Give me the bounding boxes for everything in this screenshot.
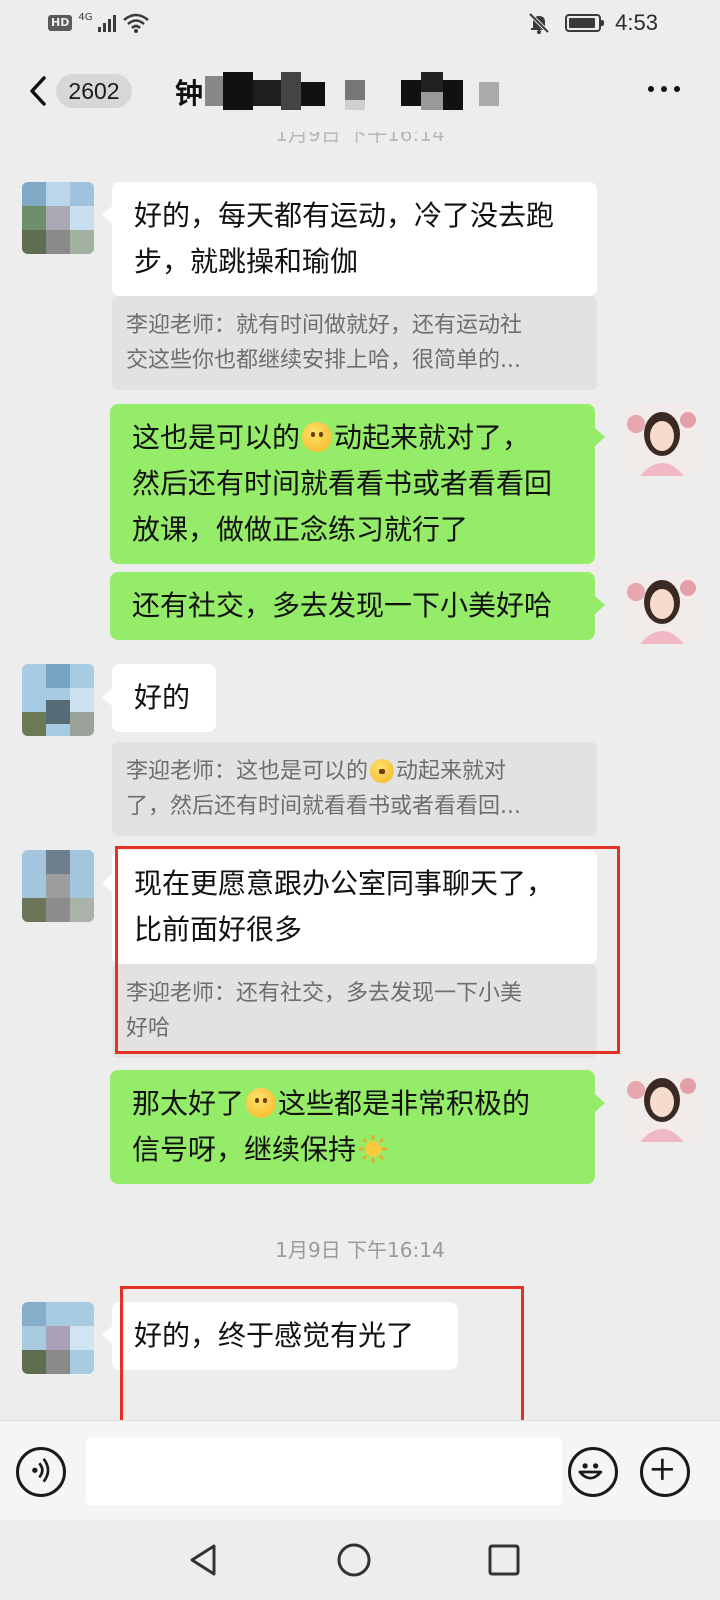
chevron-left-icon[interactable] [24, 74, 54, 108]
message-line: 还有社交，多去发现一下小美好哈 [132, 589, 553, 622]
quoted-reply[interactable]: 李迎老师：这也是可以的 动起来就对 了，然后还有时间就看看书或者看看回... [112, 742, 597, 836]
contact-avatar[interactable] [22, 182, 94, 254]
chat-header: 2602 钟 [0, 50, 720, 132]
timestamp-partial: 1月9日 下午16:14 [275, 132, 445, 146]
quote-line: 李迎老师：还有社交，多去发现一下小美 [126, 981, 523, 1006]
plus-icon[interactable] [640, 1447, 690, 1497]
thinking-face-emoji-icon [370, 759, 395, 783]
self-avatar[interactable] [626, 1070, 698, 1142]
status-bar: HD 4G 4:53 [0, 0, 720, 50]
quote-line: 李迎老师：就有时间做就好，还有运动社 [126, 313, 523, 338]
timestamp: 1月9日 下午16:14 [275, 1238, 445, 1262]
laughing-face-emoji-icon [246, 1088, 277, 1118]
message-bubble[interactable]: 那太好了 这些都是非常积极的 信号呀，继续保持 [110, 1070, 605, 1184]
message-line: 放课，做做正念练习就行了 [132, 513, 469, 546]
message-line: 这也是可以的 动起来就对了， [132, 421, 531, 454]
wifi-icon [123, 13, 150, 33]
back-triangle-icon[interactable] [186, 1542, 222, 1578]
hd-icon: HD [48, 15, 73, 31]
sun-emoji-icon [359, 1135, 388, 1163]
system-navigation-bar [0, 1520, 720, 1600]
self-avatar[interactable] [626, 404, 698, 476]
mute-bell-icon [528, 12, 550, 34]
message-bubble[interactable]: 这也是可以的 动起来就对了， 然后还有时间就看看书或者看看回 放课，做做正念练习就… [110, 404, 605, 564]
status-right: 4:53 [527, 10, 658, 36]
clock: 4:53 [615, 10, 658, 35]
contact-avatar[interactable] [22, 1302, 94, 1374]
message-bubble[interactable]: 还有社交，多去发现一下小美好哈 [110, 572, 605, 640]
message-line: 好的 [134, 681, 191, 714]
message-line: 好的，每天都有运动，冷了没去跑 [134, 199, 555, 232]
chat-title: 钟 [175, 77, 204, 110]
redacted-name [205, 72, 499, 110]
message-line: 好的，终于感觉有光了 [134, 1319, 415, 1352]
message-list[interactable]: 1月9日 下午16:14 好的，每天都有运动，冷了没去跑 步，就跳操和瑜伽 李迎… [0, 132, 720, 1420]
message-bubble[interactable]: 好的 [102, 664, 216, 732]
message-line: 信号呀，继续保持 [132, 1127, 573, 1173]
voice-icon[interactable] [16, 1447, 66, 1497]
quote-line: 李迎老师：这也是可以的 动起来就对 [126, 759, 507, 784]
ellipsis-icon[interactable] [648, 86, 680, 92]
battery-icon [565, 14, 605, 32]
quote-line: 好哈 [126, 1016, 171, 1041]
unread-count-badge[interactable]: 2602 [56, 74, 132, 108]
message-bubble[interactable]: 现在更愿意跟办公室同事聊天了， 比前面好很多 [102, 850, 597, 964]
quoted-reply[interactable]: 李迎老师：就有时间做就好，还有运动社 交这些你也都继续安排上哈，很简单的... [112, 296, 597, 390]
signal-icon [98, 14, 117, 32]
status-left: HD 4G [48, 12, 150, 34]
network-type: 4G [78, 11, 93, 23]
quote-line: 交这些你也都继续安排上哈，很简单的... [126, 348, 521, 373]
quoted-reply[interactable]: 李迎老师：还有社交，多去发现一下小美 好哈 [112, 964, 597, 1058]
recents-square-icon[interactable] [486, 1542, 522, 1578]
message-line: 那太好了 这些都是非常积极的 [132, 1087, 531, 1120]
message-input[interactable] [86, 1437, 562, 1505]
quote-line: 了，然后还有时间就看看书或者看看回... [126, 794, 521, 819]
contact-avatar[interactable] [22, 664, 94, 736]
contact-avatar[interactable] [22, 850, 94, 922]
message-line: 然后还有时间就看看书或者看看回 [132, 467, 553, 500]
self-avatar[interactable] [626, 572, 698, 644]
emoji-icon[interactable] [568, 1447, 618, 1497]
thinking-face-emoji-icon [302, 422, 333, 452]
message-bubble[interactable]: 好的，每天都有运动，冷了没去跑 步，就跳操和瑜伽 [102, 182, 597, 296]
home-circle-icon[interactable] [336, 1542, 372, 1578]
message-line: 比前面好很多 [134, 913, 303, 946]
message-line: 步，就跳操和瑜伽 [134, 245, 359, 278]
input-bar [0, 1420, 720, 1520]
message-bubble[interactable]: 好的，终于感觉有光了 [102, 1302, 458, 1370]
message-line: 现在更愿意跟办公室同事聊天了， [134, 867, 555, 900]
